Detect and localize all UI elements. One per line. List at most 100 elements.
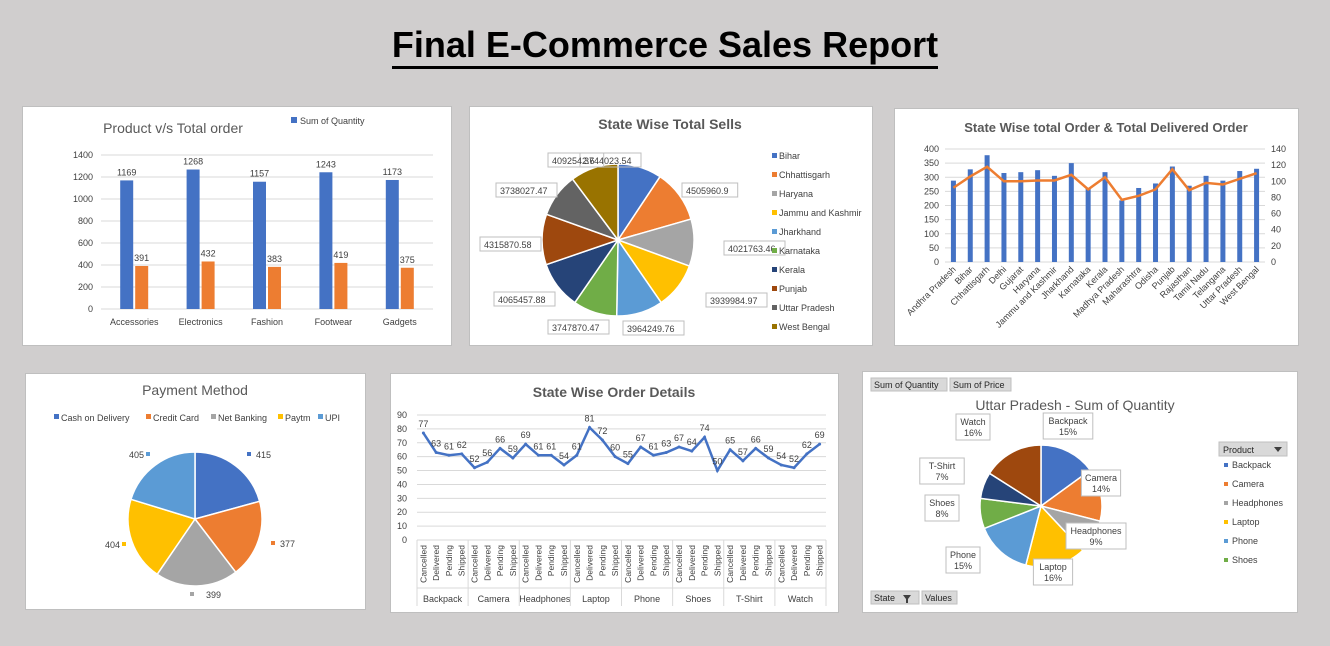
data-label: 3738027.47 <box>500 186 548 196</box>
data-label: 1169 <box>117 167 136 177</box>
line-point <box>626 462 630 466</box>
data-label: 74 <box>700 423 710 433</box>
data-label: 15% <box>1059 427 1077 437</box>
x-tick-label: Pending <box>444 545 454 576</box>
data-label: 61 <box>546 441 556 451</box>
x-group-label: T-Shirt <box>736 594 763 604</box>
data-label-name: Watch <box>960 417 985 427</box>
y-tick-label: 20 <box>397 507 407 517</box>
x-tick-label: Fashion <box>251 317 283 327</box>
legend-swatch <box>1224 539 1228 543</box>
data-label: 16% <box>1044 573 1062 583</box>
y-tick-label: 1200 <box>73 172 93 182</box>
x-tick-label: Shipped <box>559 545 569 576</box>
legend-swatch <box>772 229 777 234</box>
y-tick-label: 0 <box>402 535 407 545</box>
y-tick-label: 400 <box>78 260 93 270</box>
data-label: 61 <box>572 441 582 451</box>
bar <box>1119 200 1125 262</box>
data-label: 4065457.88 <box>498 295 546 305</box>
line-point <box>473 466 477 470</box>
line-point <box>613 455 617 459</box>
y-right-tick-label: 20 <box>1271 241 1281 251</box>
data-label: 3939984.97 <box>710 296 758 306</box>
bar <box>385 179 399 309</box>
x-tick-label: Cancelled <box>623 545 633 583</box>
bar <box>1085 187 1091 262</box>
x-group-label: Laptop <box>582 594 610 604</box>
line-point <box>651 453 655 457</box>
x-tick-label: Footwear <box>315 317 353 327</box>
legend-label: Net Banking <box>218 413 267 423</box>
legend-label: Haryana <box>779 189 813 199</box>
legend-swatch <box>772 305 777 310</box>
legend-swatch <box>318 414 323 419</box>
y-tick-label: 600 <box>78 238 93 248</box>
x-tick-label: Cancelled <box>572 545 582 583</box>
state-sells-chart-panel: State Wise Total Sells 3744023.54 4505960.… <box>469 106 873 346</box>
data-label: 54 <box>776 451 786 461</box>
data-label: 63 <box>661 439 671 449</box>
data-label-name: Shoes <box>929 498 955 508</box>
bar <box>253 181 266 309</box>
data-label: 4315870.58 <box>484 240 532 250</box>
chart-title: Uttar Pradesh - Sum of Quantity <box>975 397 1174 413</box>
y-left-tick-label: 250 <box>924 186 939 196</box>
y-tick-label: 60 <box>397 452 407 462</box>
line-point <box>498 446 502 450</box>
data-label: 16% <box>964 428 982 438</box>
data-label: 3964249.76 <box>627 324 675 334</box>
y-tick-label: 90 <box>397 410 407 420</box>
legend-swatch <box>278 414 283 419</box>
y-tick-label: 40 <box>397 479 407 489</box>
data-label: 64 <box>687 437 697 447</box>
legend-label: Phone <box>1232 536 1258 546</box>
x-tick-label: Pending <box>597 545 607 576</box>
y-left-tick-label: 200 <box>924 201 939 211</box>
legend-label: Laptop <box>1232 517 1260 527</box>
chart-title: Payment Method <box>142 382 248 398</box>
x-tick-label: Delivered <box>687 545 697 581</box>
line-point <box>434 451 438 454</box>
bar <box>1186 185 1192 262</box>
data-label: 52 <box>789 454 799 464</box>
legend-label: Punjab <box>779 284 807 294</box>
x-tick-label: Shipped <box>712 545 722 576</box>
x-tick-label: Shipped <box>763 545 773 576</box>
y-tick-label: 0 <box>88 304 93 314</box>
bar <box>1220 180 1226 262</box>
data-label: 81 <box>585 414 595 424</box>
x-tick-label: Shipped <box>457 545 467 576</box>
legend-swatch <box>772 210 777 215</box>
legend-label: Shoes <box>1232 555 1258 565</box>
line-point <box>792 466 796 470</box>
legend-swatch <box>1224 558 1228 562</box>
data-label-name: T-Shirt <box>929 461 956 471</box>
data-label: 77 <box>418 419 428 429</box>
data-label: 15% <box>954 561 972 571</box>
bar <box>120 180 134 309</box>
data-label: 383 <box>267 254 282 264</box>
label-marker <box>190 592 194 596</box>
product-order-chart: Product v/s Total order Sum of Quantity 0 2… <box>73 116 433 327</box>
data-label: 1268 <box>183 157 203 167</box>
legend-label: Cash on Delivery <box>61 413 130 423</box>
report-title: Final E-Commerce Sales Report <box>0 24 1330 69</box>
x-group-label: Watch <box>788 594 813 604</box>
y-tick-label: 80 <box>397 424 407 434</box>
x-tick-label: Cancelled <box>725 545 735 583</box>
data-label: 3747870.47 <box>552 323 600 333</box>
data-label: 59 <box>763 444 773 454</box>
data-label: 59 <box>508 444 518 454</box>
legend-swatch <box>772 191 777 196</box>
bar <box>1203 175 1209 262</box>
y-tick-label: 10 <box>397 521 407 531</box>
state-sells-chart: State Wise Total Sells3744023.544505960.… <box>479 116 862 336</box>
data-label-name: Headphones <box>1070 526 1122 536</box>
legend-label: Paytm <box>285 413 311 423</box>
line-point <box>728 448 732 452</box>
legend-swatch <box>1224 463 1228 467</box>
y-tick-label: 30 <box>397 493 407 503</box>
y-tick-label: 1000 <box>73 194 93 204</box>
label-marker <box>122 542 126 546</box>
